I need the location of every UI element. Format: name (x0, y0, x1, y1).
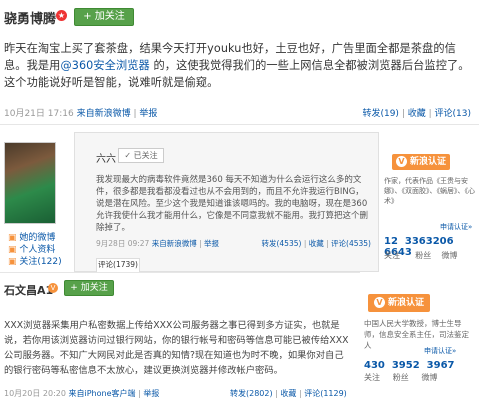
profile-stat-labels: 关注 粉丝 微博 (384, 250, 457, 261)
stat-label: 微博 (421, 373, 438, 382)
stat-followers[interactable]: 3363206 (405, 236, 454, 247)
username[interactable]: 石文昌A1 (4, 282, 53, 298)
post-time[interactable]: 9月28日 09:27 (96, 239, 149, 248)
comment-link[interactable]: 评论(1129) (304, 389, 347, 398)
verify-description: 作家，代表作品《王贵与安娜》、《双面胶》、《蜗居》、《心术》 (384, 177, 475, 205)
profile-stat-labels: 关注 粉丝 微博 (364, 372, 437, 383)
comment-tab[interactable]: 评论(1739) (96, 258, 140, 272)
repost-link[interactable]: 转发(2802) (230, 389, 273, 398)
verify-badge-label: 新浪认证 (409, 157, 446, 167)
post-actions: 转发(19) | 收藏 | 评论(13) (362, 109, 471, 119)
avatar[interactable] (4, 142, 56, 224)
post-actions: 转发(4535) | 收藏 | 评论(4535) (261, 239, 371, 248)
followed-button[interactable]: ✓ 已关注 (118, 148, 164, 163)
username[interactable]: 骁勇博腾 (4, 8, 56, 27)
stat-posts[interactable]: 3967 (427, 360, 455, 371)
sidebar-link-following[interactable]: ▣ 关注(122) (8, 254, 62, 267)
post-2: ▣ 她的微博 ▣ 个人资料 ▣ 关注(122) 六六 ✓ 已关注 我发现最大的病… (0, 132, 479, 272)
post-source[interactable]: 来自新浪微博 (77, 109, 131, 119)
favorite-link[interactable]: 收藏 (280, 389, 296, 398)
divider (0, 124, 479, 125)
verify-badge-label: 新浪认证 (387, 298, 424, 308)
verified-icon: V (48, 283, 58, 293)
followed-label: 已关注 (133, 151, 158, 160)
post-source[interactable]: 来自iPhone客户端 (69, 389, 136, 398)
sidebar-link-label: 关注(122) (19, 257, 62, 267)
mention-link[interactable]: @360安全浏览器 (60, 59, 149, 72)
verify-icon: V (395, 156, 407, 167)
verify-badge[interactable]: V 新浪认证 (368, 294, 430, 312)
username[interactable]: 六六 (96, 150, 116, 165)
stat-label: 关注 (364, 373, 380, 382)
apply-verify-link[interactable]: 申请认证» (440, 222, 472, 232)
stat-label: 关注 (384, 251, 400, 260)
repost-link[interactable]: 转发(19) (362, 109, 398, 119)
follow-button[interactable]: + 加关注 (74, 8, 134, 26)
post-time[interactable]: 10月20日 20:20 (4, 389, 66, 398)
post-3: 石文昌A1 V + 加关注 XXX浏览器采集用户私密数据上传给XXX公司服务器之… (0, 272, 479, 404)
post-source[interactable]: 来自新浪微博 (152, 239, 197, 248)
stat-followers[interactable]: 3952 (392, 360, 420, 371)
post-time[interactable]: 10月21日 17:16 (4, 109, 74, 119)
post-meta: 10月20日 20:20 来自iPhone客户端 | 举报 (4, 389, 160, 398)
apply-verify-link[interactable]: 申请认证» (424, 346, 456, 356)
favorite-link[interactable]: 收藏 (309, 239, 324, 248)
post-meta: 10月21日 17:16 来自新浪微博 | 举报 (4, 109, 158, 119)
stat-following[interactable]: 430 (364, 360, 385, 371)
stat-following[interactable]: 12 (384, 236, 398, 247)
report-link[interactable]: 举报 (139, 109, 157, 119)
post-body: XXX浏览器采集用户私密数据上传给XXX公司服务器之事已得到多方证实，也就是说，… (4, 320, 349, 376)
report-link[interactable]: 举报 (143, 389, 159, 398)
verify-badge[interactable]: V 新浪认证 (392, 154, 450, 170)
post-body: 昨天在淘宝上买了套茶盘，结果今天打开youku也好，土豆也好，广告里面全都是茶盘… (4, 40, 470, 91)
stat-label: 微博 (441, 251, 458, 260)
repost-link[interactable]: 转发(4535) (261, 239, 301, 248)
comment-link[interactable]: 评论(13) (435, 109, 471, 119)
post-meta: 9月28日 09:27 来自新浪微博 | 举报 (96, 239, 220, 248)
stat-label: 粉丝 (415, 251, 432, 260)
post-body: 我发现最大的病毒软件竟然是360 每天不知道为什么会运行这么多的文件，很多都是我… (96, 175, 369, 233)
verify-description: 中国人民大学教授，博士生导师，信息安全系主任，司法鉴定人 (364, 319, 469, 350)
report-link[interactable]: 举报 (204, 239, 219, 248)
profile-stats: 430 3952 3967 (364, 360, 455, 371)
verify-icon: V (373, 297, 385, 308)
post-actions: 转发(2802) | 收藏 | 评论(1129) (230, 389, 347, 398)
comment-link[interactable]: 评论(4535) (331, 239, 371, 248)
vip-badge-icon: ★ (56, 10, 67, 21)
favorite-link[interactable]: 收藏 (408, 109, 426, 119)
follow-button[interactable]: + 加关注 (64, 280, 114, 296)
stat-label: 粉丝 (392, 373, 409, 382)
post-1: 骁勇博腾 ★ + 加关注 昨天在淘宝上买了套茶盘，结果今天打开youku也好，土… (0, 0, 479, 124)
